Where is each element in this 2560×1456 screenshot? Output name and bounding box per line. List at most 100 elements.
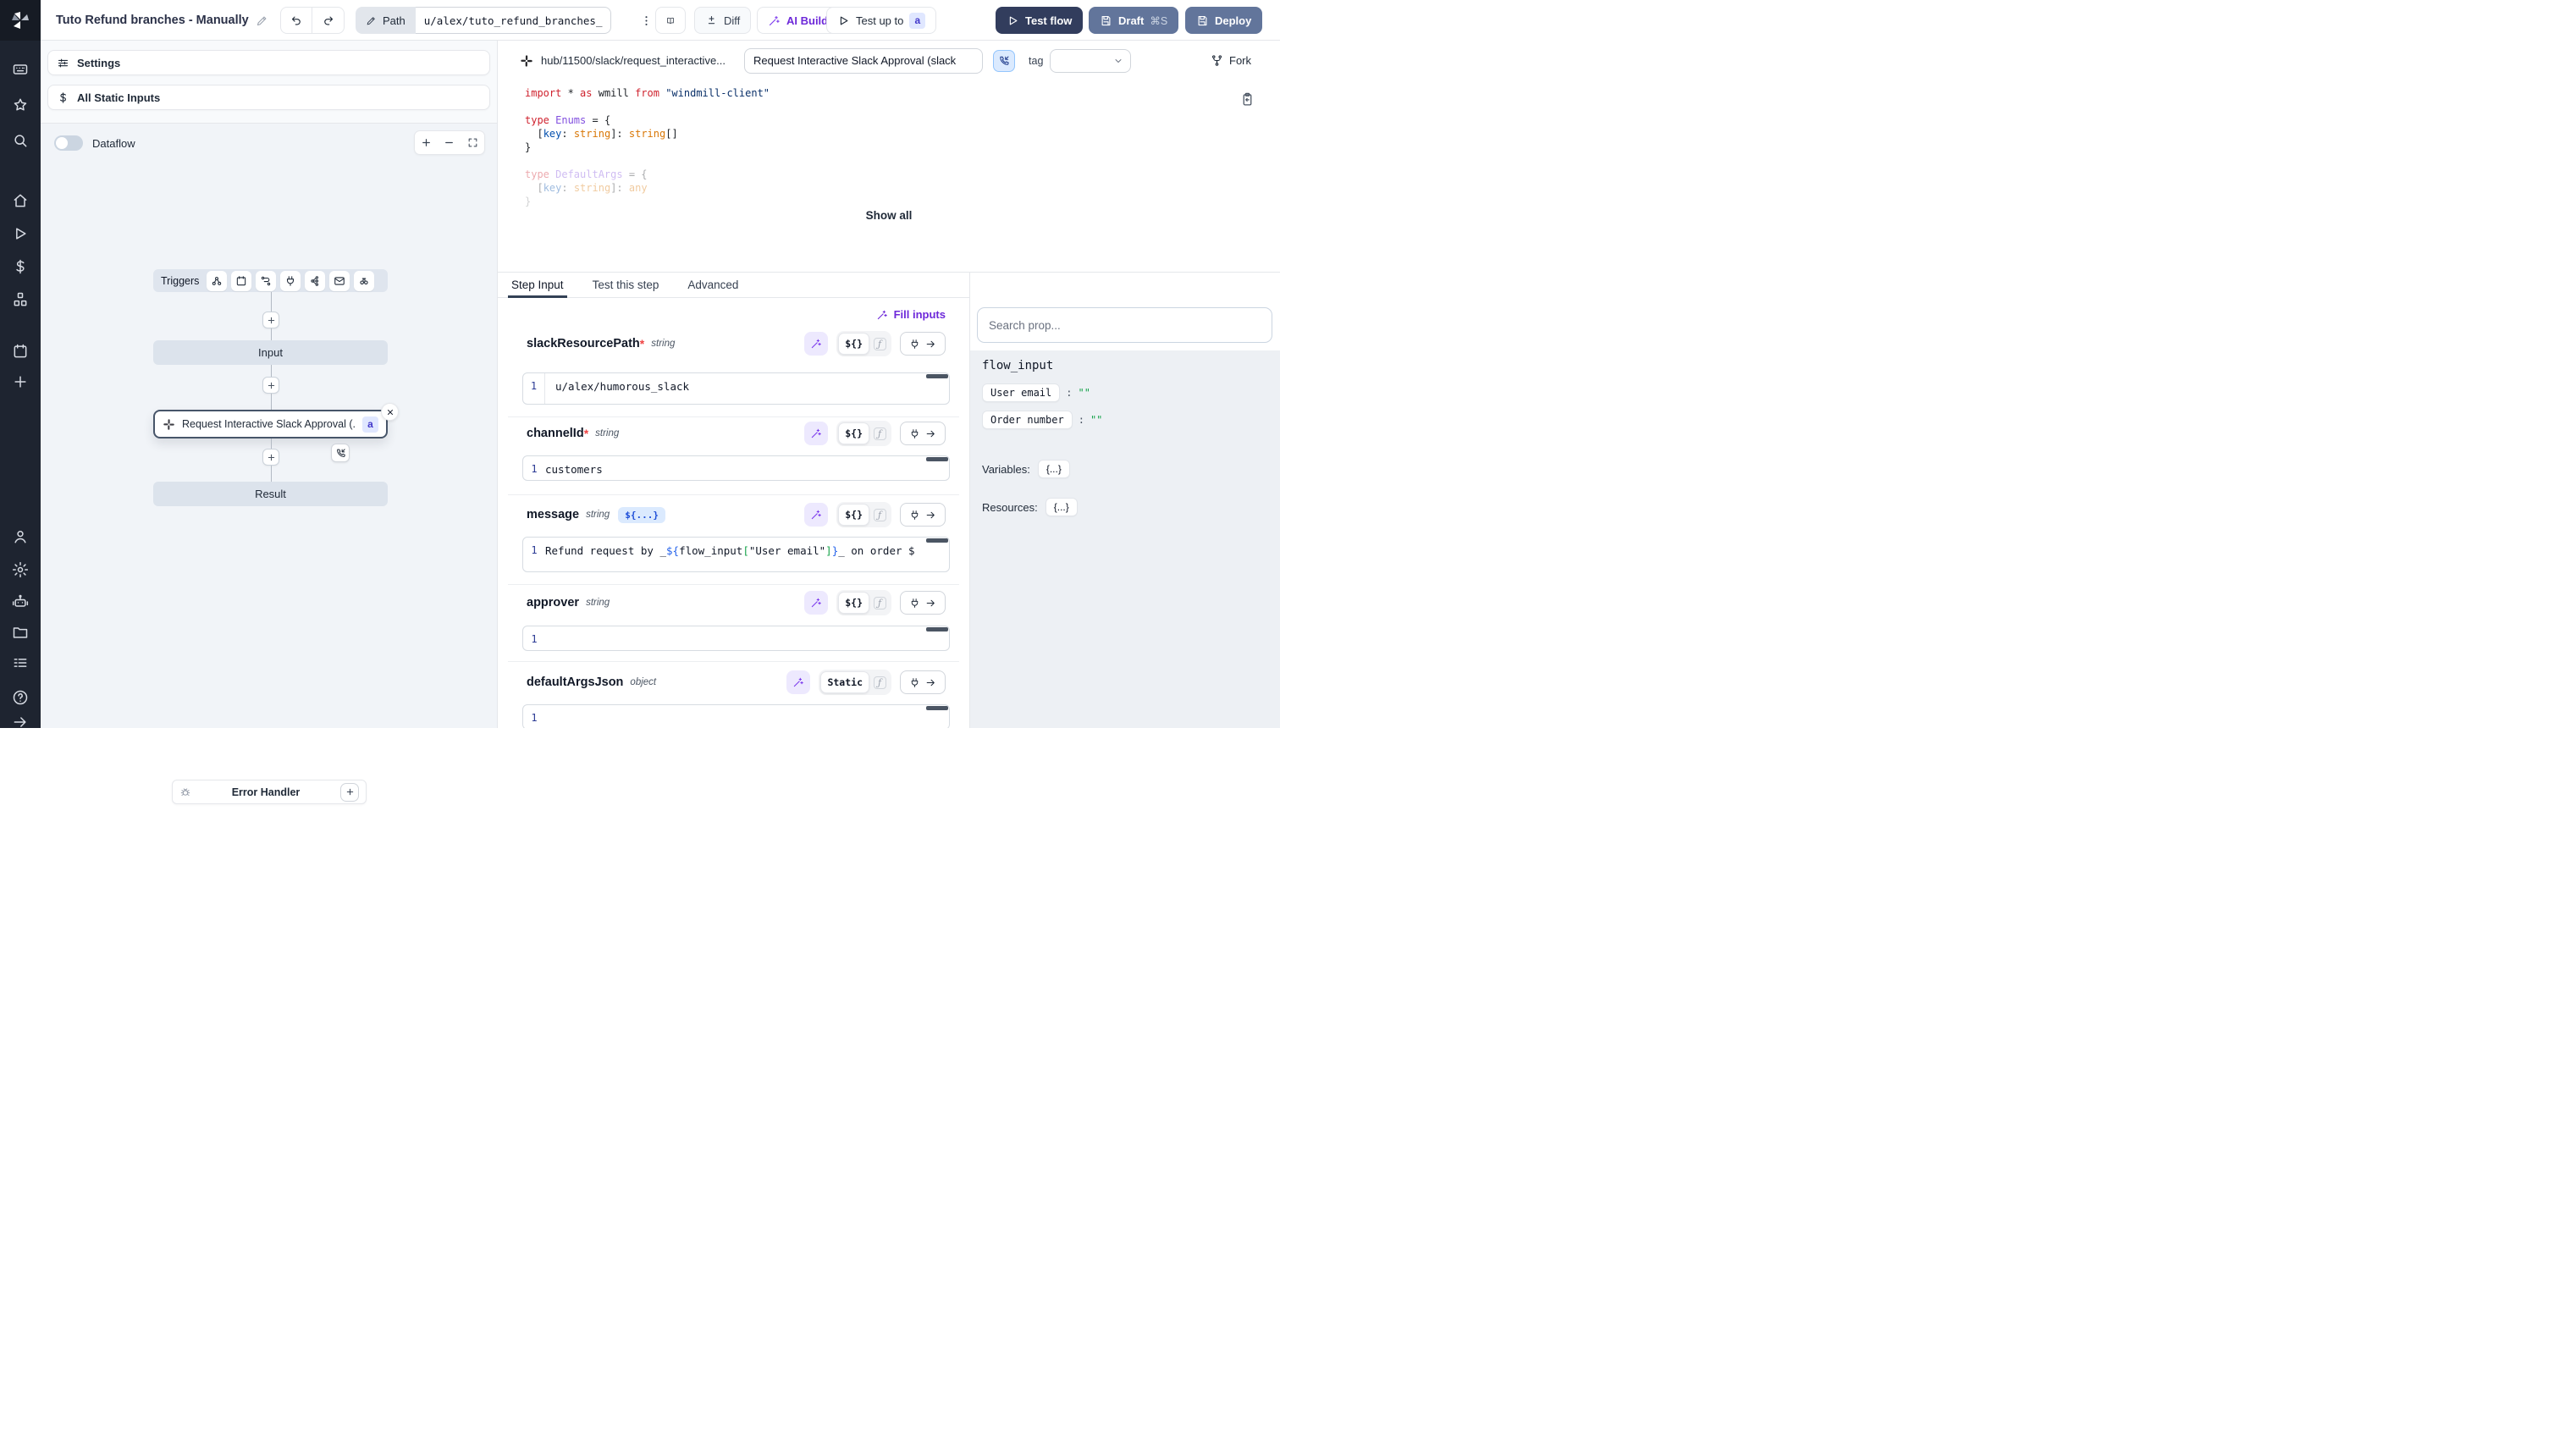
connect-input-button[interactable] (900, 670, 946, 694)
search-icon[interactable] (12, 132, 29, 149)
ai-fill-button[interactable] (804, 591, 828, 615)
path-edit-button[interactable]: Path (356, 7, 416, 34)
step-title-input[interactable] (744, 48, 983, 74)
mode-template-button[interactable]: ${} (838, 422, 869, 444)
test-up-to-button[interactable]: Test up to a (826, 7, 936, 34)
edit-title-pencil-icon[interactable] (256, 14, 268, 27)
prop-key-pill[interactable]: User email (982, 383, 1060, 402)
flow-graph-canvas[interactable]: Dataflow Triggers Input (41, 124, 497, 728)
plus-icon[interactable] (12, 373, 29, 390)
route-trigger-icon[interactable] (256, 271, 276, 291)
docs-button[interactable] (655, 7, 686, 34)
zoom-out-icon[interactable] (444, 137, 455, 148)
kafka-trigger-icon[interactable] (305, 271, 325, 291)
resources-boxes-icon[interactable] (12, 291, 29, 308)
ai-fill-button[interactable] (804, 422, 828, 445)
editor-defaultArgsJson[interactable]: 1 (522, 704, 950, 728)
websocket-trigger-icon[interactable] (280, 271, 301, 291)
editor-message[interactable]: 1 Refund request by _${flow_input["User … (522, 537, 950, 572)
redo-button[interactable] (312, 8, 344, 33)
mode-function-button[interactable]: ƒ (869, 597, 890, 609)
home-icon[interactable] (12, 192, 29, 209)
remove-step-button[interactable] (381, 403, 399, 421)
help-icon[interactable] (12, 689, 29, 706)
scrollbar-thumb[interactable] (926, 457, 948, 461)
diff-button[interactable]: Diff (694, 7, 751, 34)
folder-icon[interactable] (12, 624, 29, 641)
editor-approver[interactable]: 1 (522, 626, 950, 651)
show-all-button[interactable]: Show all (498, 209, 1280, 222)
connect-input-button[interactable] (900, 332, 946, 356)
variables-expand-pill[interactable]: {...} (1038, 460, 1070, 478)
ai-fill-button[interactable] (804, 503, 828, 527)
result-node[interactable]: Result (153, 482, 388, 506)
search-prop-input[interactable] (977, 307, 1272, 343)
scrollbar-thumb[interactable] (926, 627, 948, 631)
slack-approval-step-node[interactable]: Request Interactive Slack Approval (... … (153, 410, 388, 438)
editor-value[interactable]: customers (545, 456, 949, 480)
mode-static-button[interactable]: Static (820, 671, 869, 693)
list-icon[interactable] (12, 654, 29, 671)
variables-dollar-icon[interactable] (12, 258, 29, 275)
mode-template-button[interactable]: ${} (838, 504, 869, 526)
connect-input-button[interactable] (900, 422, 946, 445)
prop-key-pill[interactable]: Order number (982, 411, 1073, 429)
draft-button[interactable]: Draft ⌘S (1089, 7, 1178, 34)
email-trigger-icon[interactable] (329, 271, 350, 291)
keyboard-icon[interactable] (12, 61, 29, 78)
mode-template-button[interactable]: ${} (838, 333, 869, 355)
expand-arrow-icon[interactable] (12, 714, 29, 731)
fork-button[interactable]: Fork (1211, 54, 1251, 67)
add-step-button-2[interactable] (262, 377, 279, 394)
star-icon[interactable] (12, 97, 29, 113)
user-icon[interactable] (12, 528, 29, 545)
connect-input-button[interactable] (900, 503, 946, 527)
schedules-calendar-icon[interactable] (12, 343, 29, 360)
tab-advanced[interactable]: Advanced (687, 273, 738, 298)
path-value-input[interactable]: u/alex/tuto_refund_branches_ (416, 7, 612, 34)
connect-input-button[interactable] (900, 591, 946, 615)
scrollbar-thumb[interactable] (926, 538, 948, 543)
resources-expand-pill[interactable]: {...} (1046, 498, 1078, 516)
triggers-node[interactable]: Triggers (153, 269, 388, 292)
ai-fill-button[interactable] (786, 670, 810, 694)
fill-inputs-button[interactable]: Fill inputs (876, 308, 946, 321)
editor-slackResourcePath[interactable]: 1 u/alex/humorous_slack (522, 372, 950, 405)
input-node[interactable]: Input (153, 340, 388, 365)
suspend-approval-badge[interactable] (331, 444, 350, 462)
fit-view-icon[interactable] (467, 137, 478, 148)
add-error-handler-button[interactable] (340, 783, 359, 802)
copy-code-icon[interactable] (1240, 92, 1255, 107)
mode-function-button[interactable]: ƒ (869, 427, 890, 440)
editor-channelId[interactable]: 1 customers (522, 455, 950, 481)
robot-icon[interactable] (12, 593, 29, 610)
editor-value[interactable]: u/alex/humorous_slack (545, 373, 949, 404)
mode-function-button[interactable]: ƒ (869, 338, 890, 350)
suspend-approval-toggle-button[interactable] (993, 50, 1015, 72)
scrollbar-thumb[interactable] (926, 374, 948, 378)
code-preview[interactable]: import * as wmill from "windmill-client"… (498, 80, 1280, 273)
scrollbar-thumb[interactable] (926, 706, 948, 710)
zoom-in-icon[interactable] (421, 137, 432, 148)
mode-template-button[interactable]: ${} (838, 592, 869, 614)
dataflow-toggle[interactable] (54, 135, 83, 151)
tab-test-this-step[interactable]: Test this step (593, 273, 659, 298)
schedule-trigger-icon[interactable] (231, 271, 251, 291)
add-step-button-3[interactable] (262, 449, 279, 466)
add-step-button-1[interactable] (262, 312, 279, 328)
webhook-trigger-icon[interactable] (207, 271, 227, 291)
runs-play-icon[interactable] (12, 225, 29, 242)
windmill-logo[interactable] (0, 0, 41, 41)
test-flow-button[interactable]: Test flow (996, 7, 1083, 34)
tab-step-input[interactable]: Step Input (511, 273, 564, 298)
error-handler-node[interactable]: Error Handler (172, 780, 367, 804)
ai-fill-button[interactable] (804, 332, 828, 356)
gear-icon[interactable] (12, 561, 29, 578)
tag-select[interactable] (1050, 49, 1131, 73)
hub-script-path[interactable]: hub/11500/slack/request_interactive... (541, 54, 726, 67)
editor-value[interactable] (545, 705, 949, 728)
all-static-inputs-button[interactable]: All Static Inputs (47, 85, 490, 110)
editor-value[interactable]: Refund request by _${flow_input["User em… (545, 538, 949, 571)
undo-button[interactable] (281, 8, 312, 33)
mode-function-button[interactable]: ƒ (869, 509, 890, 521)
